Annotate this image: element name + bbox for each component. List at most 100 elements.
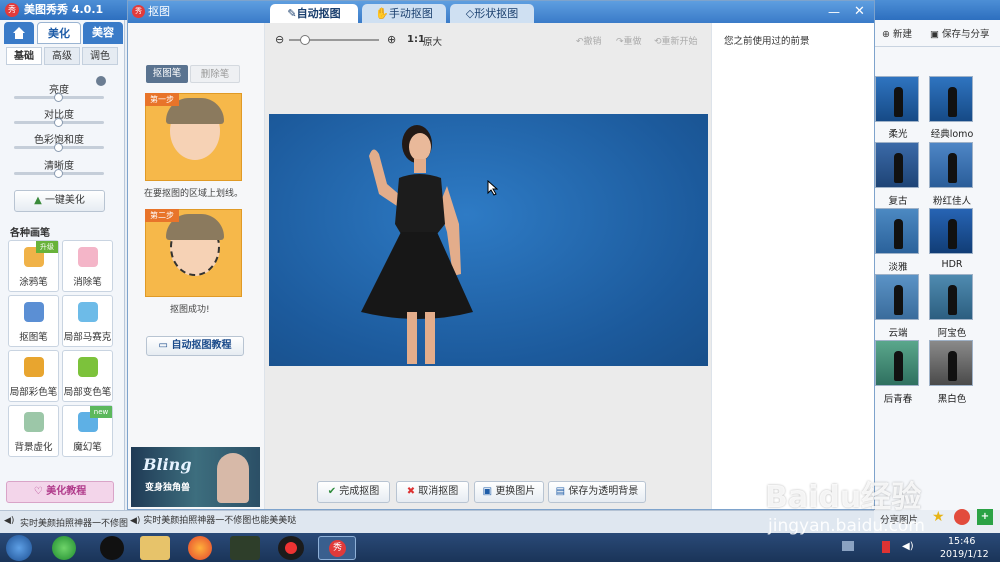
slider-saturation[interactable] [14, 143, 104, 152]
redo-button[interactable]: ↷重做 [616, 34, 642, 47]
thumb-figure [948, 87, 957, 117]
weibo-icon[interactable] [954, 509, 970, 525]
thumb-figure [948, 219, 957, 249]
tool-eraser-pen[interactable]: 消除笔 [62, 240, 113, 292]
tab-color[interactable]: 调色 [82, 47, 118, 65]
tool-mosaic[interactable]: 局部马赛克 [62, 295, 113, 347]
tab-shape-cutout[interactable]: ◇形状抠图 [450, 4, 534, 24]
preset-pink-lady[interactable] [929, 142, 973, 188]
video-editor-icon[interactable] [230, 536, 260, 560]
clock-time[interactable]: 15:46 [948, 536, 975, 547]
volume-icon[interactable]: ◀) [902, 541, 914, 552]
button-label: 更换图片 [495, 486, 536, 497]
undo-button[interactable]: ↶撤销 [576, 34, 602, 47]
new-button[interactable]: ⊕ 新建 [882, 26, 912, 40]
preset-elegant[interactable] [875, 208, 919, 254]
tab-beauty[interactable]: 美容 [83, 22, 123, 44]
mouse-cursor-icon [487, 180, 499, 196]
preset-soft-light[interactable] [875, 76, 919, 122]
preset-youth[interactable] [875, 340, 919, 386]
preset-abao-color[interactable] [929, 274, 973, 320]
tab-basic[interactable]: 基础 [6, 47, 42, 65]
preset-retro[interactable] [875, 142, 919, 188]
clock-date[interactable]: 2019/1/12 [940, 549, 989, 560]
tutorial-label: 美化教程 [46, 486, 87, 497]
preset-classic-lomo[interactable] [929, 76, 973, 122]
tool-cutout-pen[interactable]: 抠图笔 [8, 295, 59, 347]
browser-360-icon[interactable] [52, 536, 76, 560]
home-tab[interactable] [4, 22, 34, 44]
status-text[interactable]: 实时美颜拍照神器一不修图也能美美哒 [143, 516, 296, 526]
finish-cutout-button[interactable]: ✔ 完成抠图 [317, 481, 390, 503]
star-icon[interactable]: ★ [932, 509, 948, 525]
record-icon[interactable] [278, 536, 304, 560]
slider-knob[interactable] [54, 118, 63, 127]
slider-sharpness[interactable] [14, 169, 104, 178]
file-explorer-icon[interactable] [140, 536, 170, 560]
thumb-figure [894, 351, 903, 381]
tab-delete-pen[interactable]: 删除笔 [190, 65, 240, 83]
flag-icon[interactable] [882, 541, 890, 553]
photo-canvas[interactable] [269, 114, 708, 366]
meitu-icon: 秀 [329, 540, 346, 557]
beautify-tutorial-button[interactable]: ♡ 美化教程 [6, 481, 114, 503]
meitu-taskbar-button[interactable]: 秀 [318, 536, 356, 560]
woman-in-black-dress-photo [361, 125, 473, 364]
upgrade-badge: 升级 [36, 241, 58, 253]
status-text[interactable]: 实时美颜拍照神器一不修图 [20, 516, 128, 529]
tool-background-blur[interactable]: 背景虚化 [8, 405, 59, 457]
tool-label: 魔幻笔 [73, 442, 102, 453]
thumb-figure [894, 153, 903, 183]
cutout-dialog: 抠图 秀 ✎自动抠图 ✋手动抠图 ◇形状抠图 — ✕ 抠图笔 删除笔 第一步 在… [127, 0, 875, 526]
tab-beautify[interactable]: 美化 [37, 22, 81, 44]
tab-auto-cutout[interactable]: ✎自动抠图 [270, 4, 358, 24]
save-share-button[interactable]: ▣ 保存与分享 [930, 26, 990, 40]
slider-knob[interactable] [54, 143, 63, 152]
restart-button[interactable]: ⟲重新开始 [654, 34, 698, 47]
redo-label: 重做 [623, 37, 642, 47]
add-icon[interactable]: + [977, 509, 993, 525]
tab-label: 形状抠图 [474, 7, 519, 20]
tool-color-pen[interactable]: 局部彩色笔 [8, 350, 59, 402]
qq-icon[interactable] [100, 536, 124, 560]
preset-cloud[interactable] [875, 274, 919, 320]
tab-manual-cutout[interactable]: ✋手动抠图 [362, 4, 446, 24]
slider-contrast[interactable] [14, 118, 104, 127]
ad-subtitle: 变身独角兽 [145, 483, 191, 493]
tool-doodle-pen[interactable]: 升级 涂鸦笔 [8, 240, 59, 292]
slider-knob[interactable] [54, 93, 63, 102]
slider-brightness[interactable] [14, 93, 104, 102]
tab-cutout-pen[interactable]: 抠图笔 [146, 65, 188, 83]
keyboard-icon[interactable] [842, 541, 854, 551]
tool-magic-pen[interactable]: new 魔幻笔 [62, 405, 113, 457]
zoom-original-label[interactable]: 原大 [423, 34, 442, 48]
bling-ad-banner[interactable]: Bling 变身独角兽 [131, 447, 260, 507]
tutorial-label: 自动抠图教程 [171, 340, 232, 351]
zoom-slider[interactable] [289, 35, 379, 45]
cancel-cutout-button[interactable]: ✖ 取消抠图 [396, 481, 469, 503]
zoom-in-icon[interactable]: ⊕ [387, 33, 396, 46]
minimize-icon[interactable]: — [828, 5, 840, 19]
thumb-figure [894, 285, 903, 315]
preset-black-white[interactable] [929, 340, 973, 386]
zoom-out-icon[interactable]: ⊖ [275, 33, 284, 46]
preset-hdr[interactable] [929, 208, 973, 254]
hand-icon: ✋ [375, 7, 389, 20]
auto-cutout-tutorial-button[interactable]: ▭ 自动抠图教程 [146, 336, 244, 356]
start-button-icon[interactable] [6, 535, 32, 561]
one-click-beautify-button[interactable]: ▲ 一键美化 [14, 190, 105, 212]
tool-label: 局部彩色笔 [9, 387, 58, 398]
thumb-figure [948, 153, 957, 183]
tab-advanced[interactable]: 高级 [44, 47, 80, 65]
baidu-url-watermark: jingyan.baidu.com [768, 516, 925, 536]
zoom-slider-knob[interactable] [300, 35, 310, 45]
save-icon: ▣ [930, 29, 939, 40]
tool-recolor-pen[interactable]: 局部变色笔 [62, 350, 113, 402]
change-image-button[interactable]: ▣ 更换图片 [474, 481, 544, 503]
save-transparent-button[interactable]: ▤ 保存为透明背景 [548, 481, 646, 503]
magic-wand-icon: ▲ [34, 195, 45, 206]
slider-knob[interactable] [54, 169, 63, 178]
firefox-icon[interactable] [188, 536, 212, 560]
preset-label: 粉红佳人 [932, 196, 971, 207]
close-icon[interactable]: ✕ [854, 4, 865, 19]
